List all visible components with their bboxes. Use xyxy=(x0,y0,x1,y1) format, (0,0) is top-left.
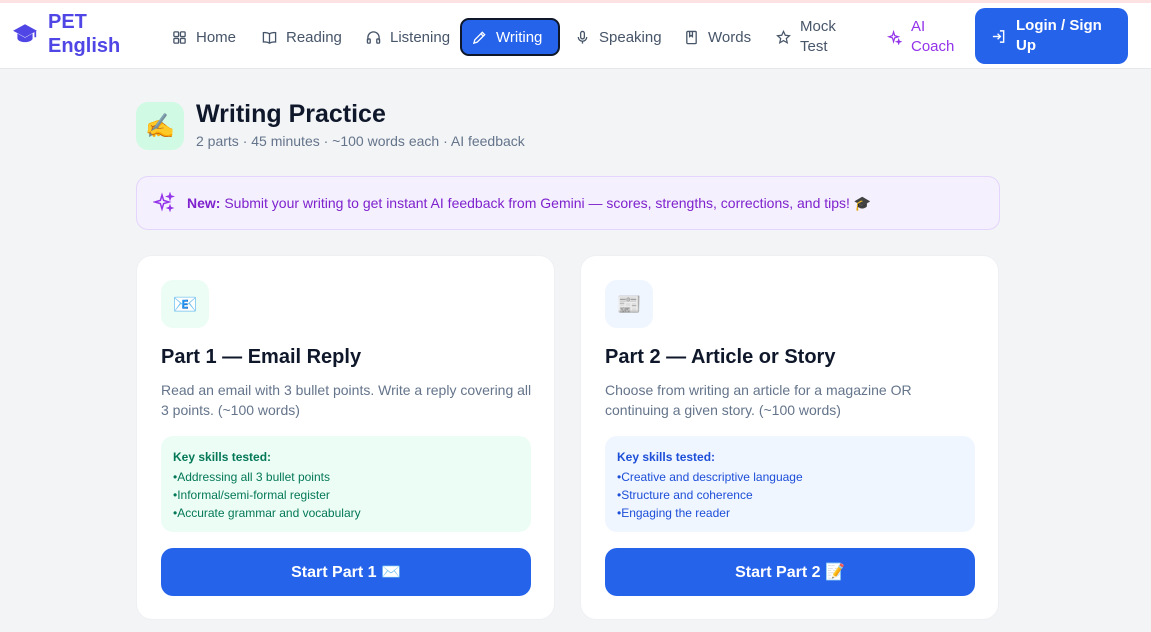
ai-feedback-banner: New: Submit your writing to get instant … xyxy=(136,176,1000,230)
brand-name: PET English xyxy=(48,11,121,57)
star-icon xyxy=(776,29,791,44)
nav-label: Writing xyxy=(496,28,543,46)
nav-label: Mock Test xyxy=(800,18,836,55)
card-title: Part 1 — Email Reply xyxy=(161,346,362,368)
nav-item-mock-test[interactable]: Mock Test xyxy=(766,18,850,56)
nav-item-home[interactable]: Home xyxy=(162,18,246,56)
card-description: Choose from writing an article for a mag… xyxy=(605,382,912,418)
card-description: Read an email with 3 bullet points. Writ… xyxy=(161,382,532,418)
nav-item-ai-coach[interactable]: AI Coach xyxy=(877,18,961,56)
top-navbar: PET English Home Reading Listening Writi… xyxy=(0,3,1151,69)
skills-list: Creative and descriptive language Struct… xyxy=(617,468,963,522)
part-1-card: 📧 Part 1 — Email Reply Read an email wit… xyxy=(136,255,555,620)
skills-list: Addressing all 3 bullet points Informal/… xyxy=(173,468,519,522)
graduation-cap-icon xyxy=(13,24,37,43)
card-title: Part 2 — Article or Story xyxy=(605,346,836,368)
email-icon: 📧 xyxy=(161,280,209,328)
banner-message: Submit your writing to get instant AI fe… xyxy=(224,194,872,211)
nav-item-listening[interactable]: Listening xyxy=(356,18,460,56)
nav-item-speaking[interactable]: Speaking xyxy=(565,18,672,56)
page-subtitle: 2 parts · 45 minutes · ~100 words each ·… xyxy=(196,133,525,149)
nav-item-writing[interactable]: Writing xyxy=(460,18,560,56)
key-skills-box: Key skills tested: Addressing all 3 bull… xyxy=(161,436,531,532)
login-signup-button[interactable]: Login / Sign Up xyxy=(975,8,1128,64)
nav-item-reading[interactable]: Reading xyxy=(252,18,352,56)
headphones-icon xyxy=(366,30,381,44)
nav-label: Listening xyxy=(390,28,451,46)
nav-item-words[interactable]: Words xyxy=(674,18,761,56)
key-skills-box: Key skills tested: Creative and descript… xyxy=(605,436,975,532)
nav-label: Words xyxy=(708,28,752,46)
login-arrow-icon xyxy=(992,29,1005,43)
login-label: Login / Sign Up xyxy=(1016,17,1102,54)
skills-title: Key skills tested: xyxy=(173,450,272,464)
sparkles-icon xyxy=(153,192,175,213)
start-part-2-button[interactable]: Start Part 2 📝 xyxy=(605,548,975,596)
book-open-icon xyxy=(262,31,277,44)
nav-label: Home xyxy=(196,28,237,46)
skill-item: Structure and coherence xyxy=(617,486,963,504)
skills-title: Key skills tested: xyxy=(617,450,716,464)
microphone-icon xyxy=(577,30,588,44)
nav-label: Speaking xyxy=(599,28,662,46)
skill-item: Engaging the reader xyxy=(617,504,963,522)
writing-hand-icon: ✍️ xyxy=(136,102,184,150)
nav-label: AI Coach xyxy=(911,18,955,55)
newspaper-icon: 📰 xyxy=(605,280,653,328)
start-part-1-button[interactable]: Start Part 1 ✉️ xyxy=(161,548,531,596)
skill-item: Addressing all 3 bullet points xyxy=(173,468,519,486)
bookmark-book-icon xyxy=(686,30,697,44)
nav-label: Reading xyxy=(286,28,342,46)
skill-item: Creative and descriptive language xyxy=(617,468,963,486)
sparkles-icon xyxy=(887,29,902,45)
part-2-card: 📰 Part 2 — Article or Story Choose from … xyxy=(580,255,999,620)
brand-logo[interactable]: PET English xyxy=(12,10,128,58)
skill-item: Accurate grammar and vocabulary xyxy=(173,504,519,522)
page-title: Writing Practice xyxy=(196,100,386,128)
banner-new-label: New: xyxy=(187,194,221,211)
skill-item: Informal/semi-formal register xyxy=(173,486,519,504)
grid-icon xyxy=(173,30,186,44)
pencil-icon xyxy=(472,30,486,44)
banner-text: New: Submit your writing to get instant … xyxy=(187,195,871,212)
